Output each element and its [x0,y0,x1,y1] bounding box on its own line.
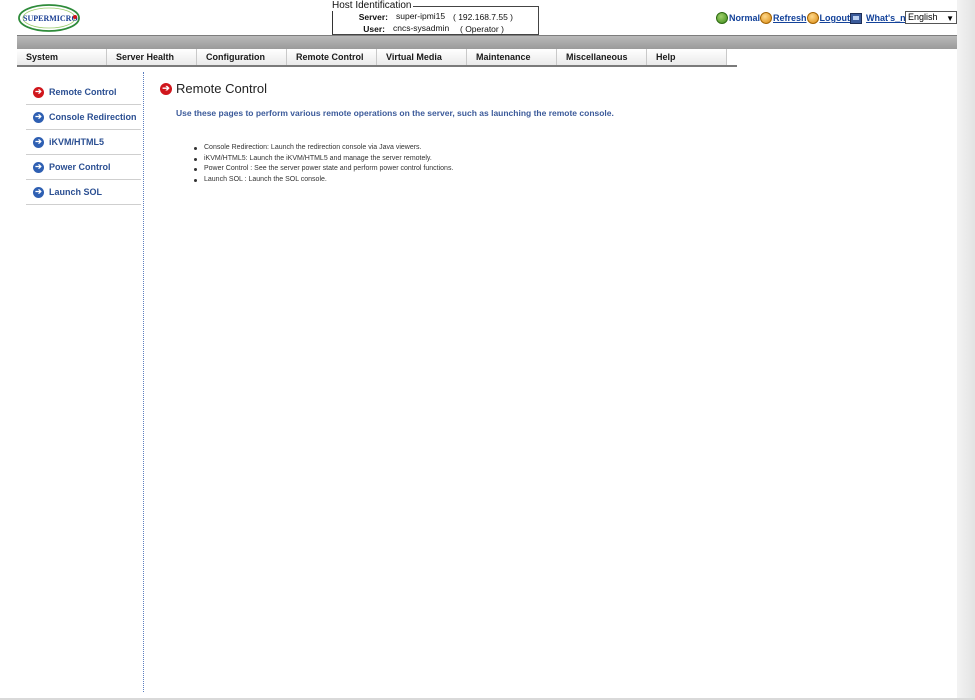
language-select[interactable]: English ▼ [905,11,957,24]
list-item: Launch SOL : Launch the SOL console. [194,175,453,186]
page-title: ➔ Remote Control [160,81,267,96]
check-icon [716,12,728,24]
page: SUPERMICRO Host Identification Server: s… [0,0,975,700]
right-shadow [957,0,975,700]
monitor-icon[interactable] [850,12,863,24]
feature-list: Console Redirection: Launch the redirect… [194,143,453,185]
nav-help[interactable]: Help [647,49,727,65]
arrow-right-circle-icon: ➔ [33,186,44,198]
nav-system[interactable]: System [17,49,107,65]
nav-virtual-media[interactable]: Virtual Media [377,49,467,65]
list-item: Power Control : See the server power sta… [194,164,453,175]
arrow-right-circle-icon: ➔ [33,136,44,148]
sidebar-item-ikvm-html5[interactable]: ➔ iKVM/HTML5 [26,130,141,155]
sidebar-item-label: iKVM/HTML5 [49,137,104,147]
logo-text: SUPERMICRO [23,14,78,23]
navbar-menu: System Server Health Configuration Remot… [17,49,727,65]
status-toolbar: Normal Refresh Logout What's_new [716,10,918,26]
chevron-down-icon: ▼ [946,14,954,23]
page-description: Use these pages to perform various remot… [176,108,614,118]
arrow-right-circle-icon: ➔ [33,161,44,173]
navbar-top-bar [17,35,957,49]
list-item: Console Redirection: Launch the redirect… [194,143,453,154]
user-role: ( Operator ) [460,24,504,34]
arrow-right-circle-icon: ➔ [33,86,44,98]
refresh-link[interactable]: Refresh [773,13,807,23]
main-navbar: System Server Health Configuration Remot… [17,35,957,67]
server-ip: ( 192.168.7.55 ) [453,12,514,22]
sidebar-divider [143,72,144,692]
user-name: cncs-sysadmin [393,23,450,33]
nav-maintenance[interactable]: Maintenance [467,49,557,65]
nav-configuration[interactable]: Configuration [197,49,287,65]
arrow-right-circle-icon: ➔ [33,111,44,123]
supermicro-logo[interactable]: SUPERMICRO [17,3,81,33]
nav-remote-control[interactable]: Remote Control [287,49,377,65]
sidebar-item-remote-control[interactable]: ➔ Remote Control [26,80,141,105]
server-name: super-ipmi15 [396,11,446,21]
sidebar-item-power-control[interactable]: ➔ Power Control [26,155,141,180]
arrow-right-circle-icon: ➔ [160,82,172,95]
refresh-icon[interactable] [760,12,773,24]
sidebar-item-label: Remote Control [49,87,117,97]
sidebar-item-label: Launch SOL [49,187,103,197]
host-identification-title: Host Identification [332,0,413,11]
sidebar: ➔ Remote Control ➔ Console Redirection ➔… [26,80,141,205]
sidebar-item-label: Power Control [49,162,111,172]
page-title-text: Remote Control [176,81,268,96]
sidebar-item-label: Console Redirection [49,112,137,122]
logout-icon[interactable] [806,12,819,24]
list-item: iKVM/HTML5: Launch the iKVM/HTML5 and ma… [194,154,453,165]
navbar-underline [17,65,737,67]
language-value: English [908,12,938,22]
server-label: Server: [358,12,388,22]
sidebar-item-launch-sol[interactable]: ➔ Launch SOL [26,180,141,205]
status-normal[interactable]: Normal [729,13,760,23]
nav-server-health[interactable]: Server Health [107,49,197,65]
nav-miscellaneous[interactable]: Miscellaneous [557,49,647,65]
user-label: User: [363,24,385,34]
sidebar-item-console-redirection[interactable]: ➔ Console Redirection [26,105,141,130]
logout-link[interactable]: Logout [820,13,851,23]
